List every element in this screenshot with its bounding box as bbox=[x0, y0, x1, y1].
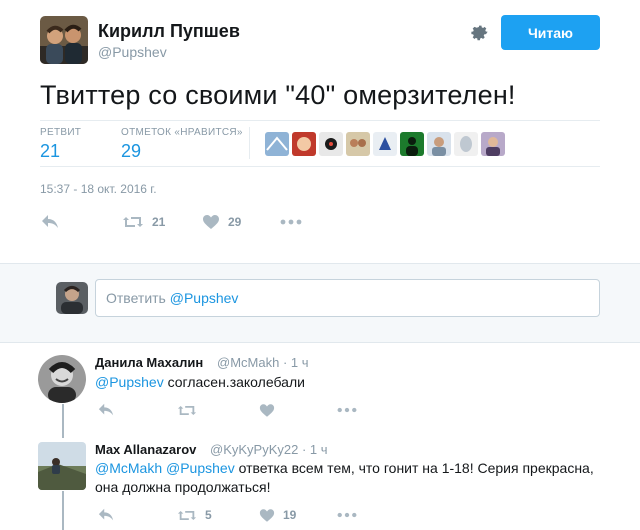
liker-avatar[interactable] bbox=[481, 132, 505, 156]
tweet-actions: 21 29 bbox=[40, 213, 302, 231]
thread-line bbox=[62, 404, 64, 438]
author-handle[interactable]: @Pupshev bbox=[98, 44, 167, 60]
like-button[interactable]: 29 bbox=[202, 214, 280, 230]
retweet-count: 5 bbox=[205, 508, 212, 522]
thread-line bbox=[62, 491, 64, 530]
more-button[interactable] bbox=[337, 512, 357, 518]
reply-icon bbox=[98, 403, 114, 416]
retweets-count[interactable]: 21 bbox=[40, 141, 60, 162]
reply-compose-area: Ответить @Pupshev bbox=[0, 263, 640, 343]
more-icon bbox=[280, 219, 302, 225]
likes-label: ОТМЕТОК «НРАВИТСЯ» bbox=[121, 127, 243, 138]
reply-icon bbox=[98, 508, 114, 521]
liker-avatar[interactable] bbox=[319, 132, 343, 156]
reply-input[interactable]: Ответить @Pupshev bbox=[95, 279, 600, 317]
reply-mention[interactable]: @McMakh bbox=[95, 460, 162, 476]
liker-avatar[interactable] bbox=[454, 132, 478, 156]
likers-avatars bbox=[265, 132, 505, 156]
reply-actions bbox=[97, 402, 357, 418]
tweet-timestamp[interactable]: 15:37 - 18 окт. 2016 г. bbox=[40, 182, 157, 196]
reply-text: @McMakh @Pupshev ответка всем тем, что г… bbox=[95, 459, 605, 497]
author-name[interactable]: Кирилл Пупшев bbox=[98, 21, 240, 42]
follow-button[interactable]: Читаю bbox=[501, 15, 600, 50]
liker-avatar[interactable] bbox=[400, 132, 424, 156]
reply-icon bbox=[42, 215, 58, 228]
author-avatar[interactable] bbox=[40, 16, 88, 64]
reply-meta: @McMakh · 1 ч bbox=[217, 355, 309, 370]
divider bbox=[40, 166, 600, 167]
retweet-button[interactable]: 5 bbox=[177, 508, 259, 523]
liker-avatar[interactable] bbox=[427, 132, 451, 156]
reply-placeholder: Ответить bbox=[106, 290, 170, 306]
more-button[interactable] bbox=[280, 219, 302, 225]
retweet-icon bbox=[123, 217, 143, 227]
reply-time[interactable]: · 1 ч bbox=[283, 355, 309, 370]
reply-button[interactable] bbox=[40, 213, 122, 231]
reply-time[interactable]: · 1 ч bbox=[302, 442, 328, 457]
like-button[interactable]: 19 bbox=[259, 508, 337, 523]
like-count: 19 bbox=[283, 508, 297, 522]
tweet-text: Твиттер со своими "40" омерзителен! bbox=[40, 80, 516, 110]
reply-text: @Pupshev согласен.заколебали bbox=[95, 373, 595, 392]
more-button[interactable] bbox=[337, 407, 357, 413]
reply-actions: 5 19 bbox=[97, 507, 357, 523]
reply-button[interactable] bbox=[97, 402, 177, 418]
more-icon bbox=[337, 407, 357, 413]
reply-button[interactable] bbox=[97, 507, 177, 523]
reply-avatar[interactable] bbox=[38, 442, 86, 490]
divider bbox=[249, 127, 250, 159]
heart-icon bbox=[203, 215, 219, 229]
reply-body: согласен.заколебали bbox=[163, 374, 305, 390]
retweet-button[interactable]: 21 bbox=[122, 214, 202, 230]
reply-handle[interactable]: @KyKyPyKy22 bbox=[210, 442, 298, 457]
reply-author-name[interactable]: Max Allanazarov bbox=[95, 442, 196, 457]
likes-count[interactable]: 29 bbox=[121, 141, 141, 162]
reply-mention[interactable]: @Pupshev bbox=[95, 374, 164, 390]
more-icon bbox=[337, 512, 357, 518]
liker-avatar[interactable] bbox=[292, 132, 316, 156]
retweet-button[interactable] bbox=[177, 403, 259, 418]
liker-avatar[interactable] bbox=[346, 132, 370, 156]
retweet-icon bbox=[177, 510, 197, 520]
liker-avatar[interactable] bbox=[373, 132, 397, 156]
like-button[interactable] bbox=[259, 403, 337, 418]
gear-icon[interactable] bbox=[468, 22, 490, 44]
reply-mention: @Pupshev bbox=[169, 290, 239, 306]
divider bbox=[40, 120, 600, 121]
reply-author-name[interactable]: Данила Махалин bbox=[95, 355, 203, 370]
heart-icon bbox=[259, 508, 275, 522]
like-count: 29 bbox=[228, 215, 242, 229]
current-user-avatar bbox=[56, 282, 88, 314]
retweet-icon bbox=[177, 405, 197, 415]
reply-avatar[interactable] bbox=[38, 355, 86, 403]
reply-mention[interactable]: @Pupshev bbox=[166, 460, 235, 476]
reply-handle[interactable]: @McMakh bbox=[217, 355, 279, 370]
reply-meta: @KyKyPyKy22 · 1 ч bbox=[210, 442, 328, 457]
retweet-count: 21 bbox=[152, 215, 166, 229]
heart-icon bbox=[259, 403, 275, 417]
retweets-label: РЕТВИТ bbox=[40, 127, 82, 138]
liker-avatar[interactable] bbox=[265, 132, 289, 156]
